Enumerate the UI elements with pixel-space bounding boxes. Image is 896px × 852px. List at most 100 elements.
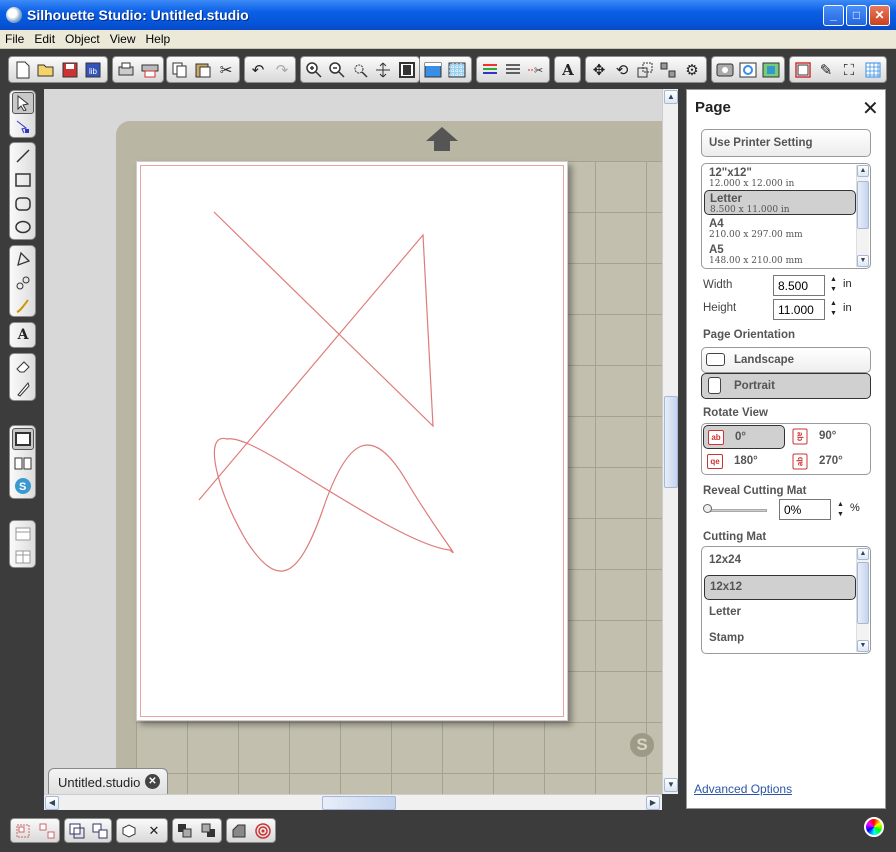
bring-to-front-icon[interactable] [175, 821, 195, 841]
page-size-item[interactable]: A4 210.00 x 297.00 mm [704, 216, 856, 241]
fit-to-page-icon[interactable] [396, 59, 418, 81]
edit-points-icon[interactable] [12, 116, 34, 138]
redo-icon[interactable]: ↷ [271, 59, 293, 81]
list-scroll-up-icon[interactable]: ▲ [857, 165, 869, 177]
reveal-spinner-icon[interactable]: ▲ ▼ [837, 500, 844, 520]
color-wheel-icon[interactable] [864, 817, 884, 837]
scroll-down-icon[interactable]: ▼ [664, 778, 678, 792]
list-scroll-thumb[interactable] [857, 181, 869, 229]
loop-cut-path[interactable] [213, 437, 454, 572]
cutting-mat-scrollbar[interactable]: ▲ ▼ [856, 548, 869, 652]
zigzag-cut-path[interactable] [198, 211, 434, 501]
minimize-button[interactable]: _ [823, 5, 844, 26]
polygon-tool-icon[interactable] [12, 248, 34, 270]
freehand-drawing[interactable] [137, 162, 569, 722]
rotate-180-button[interactable]: qe 180° [703, 450, 785, 474]
open-folder-icon[interactable] [35, 59, 57, 81]
line-style-icon[interactable] [502, 59, 524, 81]
text-tool-icon[interactable]: A [12, 324, 34, 346]
menu-view[interactable]: View [105, 30, 141, 46]
fullscreen-icon[interactable]: ⛶ [838, 59, 860, 81]
group-icon[interactable] [13, 821, 33, 841]
rotate-270-button[interactable]: ab 270° [788, 450, 870, 474]
modify-icon[interactable]: ⚙ [681, 59, 703, 81]
vertical-scrollbar[interactable]: ▲ ▼ [662, 89, 678, 794]
cut-scissors-icon[interactable]: ✂ [215, 59, 237, 81]
vertical-scroll-thumb[interactable] [664, 396, 678, 488]
grid-settings-icon[interactable] [446, 59, 468, 81]
menu-help[interactable]: Help [141, 30, 176, 46]
mat-scroll-thumb[interactable] [857, 562, 869, 624]
send-to-back-icon[interactable] [199, 821, 219, 841]
reveal-percent-field[interactable]: 0% [779, 499, 831, 520]
width-spinner-icon[interactable]: ▲ ▼ [830, 275, 837, 295]
panel-close-icon[interactable]: ✕ [862, 96, 879, 121]
page-settings-icon[interactable] [422, 59, 444, 81]
registration-marks-icon[interactable] [792, 59, 814, 81]
zoom-selection-icon[interactable] [349, 59, 371, 81]
move-icon[interactable]: ✥ [588, 59, 610, 81]
undo-icon[interactable]: ↶ [247, 59, 269, 81]
make-compound-icon[interactable] [67, 821, 87, 841]
text-style-icon[interactable]: A [557, 59, 579, 81]
cut-style-icon[interactable] [760, 59, 782, 81]
ungroup-icon[interactable] [37, 821, 57, 841]
replicate-icon[interactable] [657, 59, 679, 81]
close-button[interactable]: ✕ [869, 5, 890, 26]
use-printer-setting-button[interactable]: Use Printer Setting [701, 129, 871, 157]
scale-icon[interactable] [634, 59, 656, 81]
reveal-slider-handle[interactable] [703, 504, 712, 513]
weld-icon[interactable] [119, 821, 139, 841]
rotate-icon[interactable]: ⟲ [611, 59, 633, 81]
ellipse-tool-icon[interactable] [12, 216, 34, 238]
cutting-mat-item[interactable]: 12x24 [704, 549, 856, 574]
maximize-button[interactable]: □ [846, 5, 867, 26]
knife-icon[interactable] [12, 378, 34, 400]
mat-scroll-down-icon[interactable]: ▼ [857, 640, 869, 652]
offset-icon[interactable] [229, 821, 249, 841]
paste-icon[interactable] [192, 59, 214, 81]
cutting-mat-list[interactable]: 12x24 12x12 Letter Stamp ▲ ▼ [701, 546, 871, 654]
silhouette-store-icon[interactable]: S [12, 475, 34, 497]
curve-tool-icon[interactable] [12, 272, 34, 294]
line-color-icon[interactable] [479, 59, 501, 81]
rectangle-tool-icon[interactable] [12, 169, 34, 191]
document-tab[interactable]: Untitled.studio ✕ [48, 768, 168, 794]
cut-settings-icon[interactable]: ✂ [525, 59, 547, 81]
zoom-out-icon[interactable] [326, 59, 348, 81]
print-icon[interactable] [115, 59, 137, 81]
scroll-right-icon[interactable]: ▶ [646, 796, 660, 810]
line-tool-icon[interactable] [12, 145, 34, 167]
portrait-button[interactable]: Portrait [701, 373, 871, 399]
design-page[interactable] [136, 161, 568, 721]
page-size-item[interactable]: A5 148.00 x 210.00 mm [704, 242, 856, 267]
single-view-icon[interactable] [12, 523, 34, 545]
horizontal-scrollbar[interactable]: ◀ ▶ [44, 794, 662, 810]
page-size-scrollbar[interactable]: ▲ ▼ [856, 165, 869, 267]
landscape-button[interactable]: Landscape [701, 347, 871, 373]
release-compound-icon[interactable] [90, 821, 110, 841]
save-icon[interactable] [59, 59, 81, 81]
menu-object[interactable]: Object [60, 30, 105, 46]
select-arrow-icon[interactable] [12, 92, 34, 114]
page-size-list[interactable]: 12"x12" 12.000 x 12.000 in Letter 8.500 … [701, 163, 871, 269]
new-file-icon[interactable] [12, 59, 34, 81]
split-view-icon[interactable] [12, 546, 34, 568]
advanced-options-link[interactable]: Advanced Options [694, 782, 792, 796]
pen-icon[interactable]: ✎ [815, 59, 837, 81]
horizontal-scroll-thumb[interactable] [322, 796, 396, 810]
page-size-item[interactable]: Letter 8.500 x 11.000 in [704, 190, 856, 215]
width-field[interactable]: 8.500 [773, 275, 825, 296]
pan-icon[interactable] [372, 59, 394, 81]
zoom-in-icon[interactable] [303, 59, 325, 81]
height-spinner-icon[interactable]: ▲ ▼ [830, 299, 837, 319]
design-canvas[interactable]: S [44, 89, 662, 794]
mat-scroll-up-icon[interactable]: ▲ [857, 548, 869, 560]
menu-edit[interactable]: Edit [29, 30, 60, 46]
library-icon[interactable] [714, 59, 736, 81]
copy-icon[interactable] [169, 59, 191, 81]
save-library-icon[interactable]: lib [82, 59, 104, 81]
rotate-0-button[interactable]: ab 0° [703, 425, 785, 449]
close-tab-icon[interactable]: ✕ [145, 774, 160, 789]
library-panel-icon[interactable] [12, 452, 34, 474]
